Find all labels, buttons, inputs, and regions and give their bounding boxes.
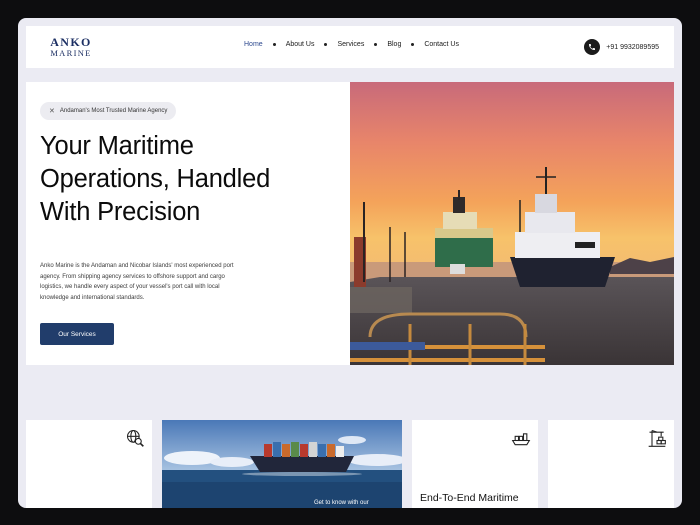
- main-menu: Home About Us Services Blog Contact Us: [244, 41, 459, 48]
- card-3-title: End-To-End Maritime: [420, 492, 519, 504]
- star-icon: ✕: [49, 108, 55, 115]
- our-services-button[interactable]: Our Services: [40, 323, 114, 345]
- nav-services[interactable]: Services: [337, 41, 364, 48]
- service-card-4[interactable]: [548, 420, 674, 508]
- port-crane-icon: [647, 428, 667, 453]
- service-card-1[interactable]: [26, 420, 152, 508]
- phone-number: +91 9932089595: [606, 43, 659, 51]
- hero-text-panel: ✕ Andaman's Most Trusted Marine Agency Y…: [26, 82, 350, 365]
- nav-home[interactable]: Home: [244, 41, 263, 48]
- card-2-caption: Get to know with our: [314, 500, 369, 506]
- brand-logo[interactable]: ANKO MARINE: [41, 36, 101, 58]
- service-card-2-image[interactable]: Get to know with our: [162, 420, 402, 508]
- nav-contact-us[interactable]: Contact Us: [424, 41, 459, 48]
- brand-line-2: MARINE: [50, 48, 92, 58]
- badge-text: Andaman's Most Trusted Marine Agency: [59, 108, 168, 114]
- top-navbar: ANKO MARINE Home About Us Services Blog …: [26, 26, 674, 68]
- nav-blog[interactable]: Blog: [387, 41, 401, 48]
- trust-badge: ✕ Andaman's Most Trusted Marine Agency: [40, 102, 177, 120]
- nav-separator: [324, 43, 328, 46]
- brand-line-1: ANKO: [50, 35, 92, 49]
- phone-contact[interactable]: +91 9932089595: [584, 39, 659, 55]
- globe-search-icon: [125, 428, 145, 453]
- phone-icon: [584, 39, 601, 55]
- nav-separator: [272, 43, 276, 46]
- nav-separator: [374, 43, 378, 46]
- service-card-3[interactable]: End-To-End Maritime: [412, 420, 538, 508]
- hero-title-line-2: Operations, Handled: [40, 165, 271, 193]
- nav-about-us[interactable]: About Us: [286, 41, 315, 48]
- services-cards-row: Get to know with our End-To-End Maritime: [26, 420, 674, 508]
- hero-description: Anko Marine is the Andaman and Nicobar I…: [40, 263, 234, 301]
- nav-separator: [411, 43, 415, 46]
- cargo-ship-icon: [511, 428, 531, 453]
- browser-frame: ANKO MARINE Home About Us Services Blog …: [18, 18, 682, 508]
- hero-title-line-1: Your Maritime: [40, 132, 194, 160]
- hero-title: Your Maritime Operations, Handled With P…: [40, 130, 340, 229]
- hero-harbor-photo: [350, 82, 674, 365]
- hero-title-line-3: With Precision: [40, 198, 201, 226]
